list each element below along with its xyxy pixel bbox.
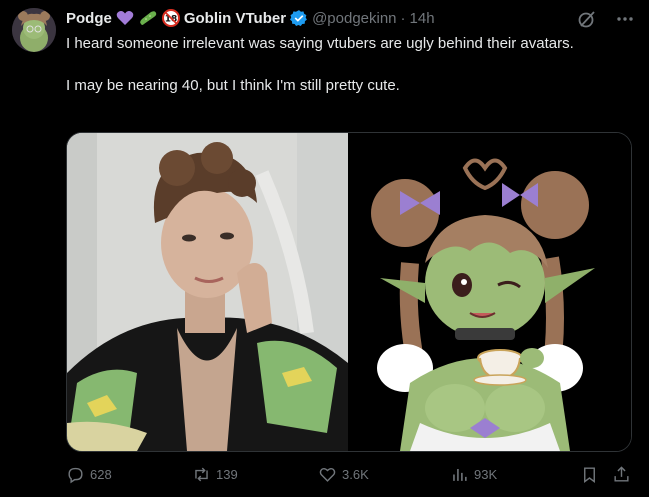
- repost-button[interactable]: 139: [192, 465, 238, 484]
- tweet-line-1: I heard someone irrelevant was saying vt…: [66, 35, 574, 52]
- like-button[interactable]: 3.6K: [318, 465, 369, 484]
- timestamp[interactable]: 14h: [410, 10, 435, 27]
- reply-count: 628: [90, 466, 112, 482]
- cucumber-icon: [138, 10, 158, 26]
- selfie-photo[interactable]: [67, 133, 348, 451]
- separator-dot: ·: [400, 9, 406, 27]
- like-count: 3.6K: [342, 466, 369, 482]
- views-icon: [453, 468, 467, 481]
- verified-badge-icon[interactable]: [290, 9, 308, 27]
- like-icon: [319, 467, 336, 482]
- share-button[interactable]: [612, 465, 631, 484]
- tweet-line-2: I may be nearing 40, but I think I'm sti…: [66, 77, 400, 94]
- media-grid: [66, 132, 632, 452]
- bookmark-icon: [584, 466, 595, 483]
- share-icon: [614, 465, 629, 482]
- vtuber-avatar-image[interactable]: [350, 133, 631, 451]
- bookmark-button[interactable]: [580, 465, 599, 484]
- views-button[interactable]: 93K: [450, 465, 497, 484]
- tweet-text: I heard someone irrelevant was saying vt…: [66, 33, 626, 96]
- more-icon[interactable]: [615, 9, 635, 34]
- avatar[interactable]: [12, 8, 56, 52]
- no-one-under-18-icon: 18: [161, 9, 180, 27]
- action-bar: 628 139 3.6K 93K: [66, 462, 634, 486]
- top-icons: [577, 9, 635, 34]
- author-name[interactable]: Podge: [66, 10, 112, 27]
- tweet-header: Podge 18 Goblin VTuber @podgekinn · 14h: [66, 8, 435, 28]
- purple-heart-icon: [116, 10, 134, 26]
- reply-icon: [68, 467, 83, 483]
- repost-icon: [195, 467, 208, 481]
- reply-button[interactable]: 628: [66, 465, 112, 484]
- author-brand-label[interactable]: Goblin VTuber: [184, 10, 286, 27]
- repost-count: 139: [216, 466, 238, 482]
- author-handle[interactable]: @podgekinn: [312, 10, 396, 27]
- grok-icon[interactable]: [577, 9, 597, 34]
- views-count: 93K: [474, 466, 498, 482]
